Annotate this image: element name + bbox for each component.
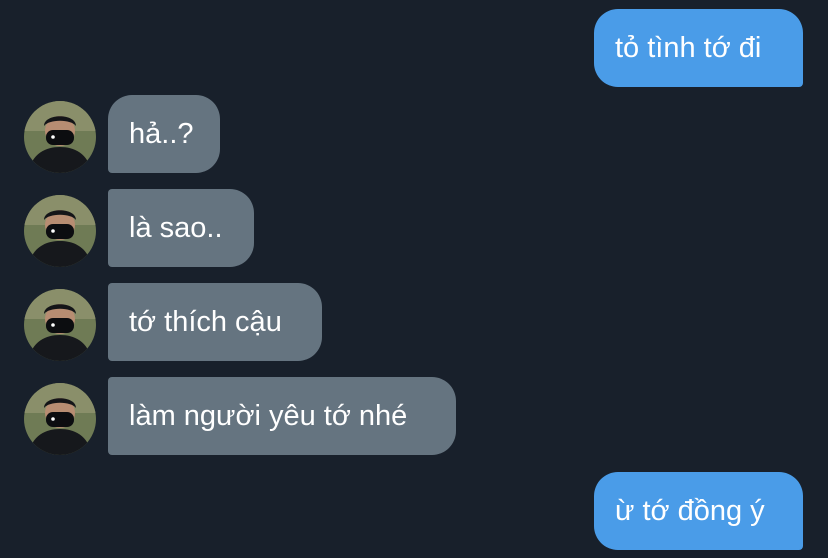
masked-person-avatar-icon <box>24 101 96 173</box>
message-received-bubble[interactable]: hả..? <box>108 95 220 173</box>
contact-avatar[interactable] <box>24 101 96 173</box>
masked-person-avatar-icon <box>24 383 96 455</box>
contact-avatar[interactable] <box>24 195 96 267</box>
message-received-bubble[interactable]: tớ thích cậu <box>108 283 322 361</box>
contact-avatar[interactable] <box>24 289 96 361</box>
message-received-bubble[interactable]: làm người yêu tớ nhé <box>108 377 456 455</box>
contact-avatar[interactable] <box>24 383 96 455</box>
chat-screen: { "messages": [ {"sender": "me", "text":… <box>0 0 828 558</box>
message-received-bubble[interactable]: là sao.. <box>108 189 254 267</box>
masked-person-avatar-icon <box>24 289 96 361</box>
message-sent-bubble[interactable]: tỏ tình tớ đi <box>594 9 803 87</box>
masked-person-avatar-icon <box>24 195 96 267</box>
message-sent-bubble[interactable]: ừ tớ đồng ý <box>594 472 803 550</box>
